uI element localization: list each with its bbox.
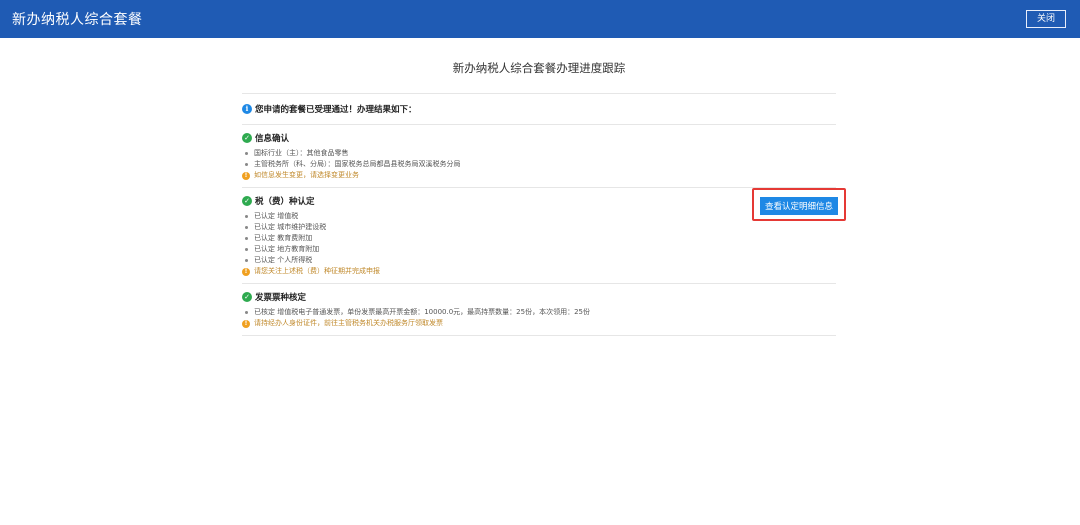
item-list: 已核定 增值税电子普通发票，单份发票最高开票金额：10000.0元，最高持票数量… bbox=[242, 307, 836, 318]
highlight-box: 查看认定明细信息 bbox=[751, 188, 846, 221]
page-title: 新办纳税人综合套餐办理进度跟踪 bbox=[452, 61, 626, 75]
list-item: 已认定 地方教育附加 bbox=[242, 244, 836, 255]
warning-note: ! 如信息发生变更，请选择变更业务 bbox=[242, 170, 836, 181]
divider bbox=[242, 335, 836, 336]
item-list: 已认定 增值税 已认定 城市维护建设税 已认定 教育费附加 已认定 地方教育附加… bbox=[242, 211, 836, 266]
section-tax-type: ✓ 税（费）种认定 已认定 增值税 已认定 城市维护建设税 已认定 教育费附加 … bbox=[242, 188, 846, 283]
section-header: ✓ 税（费）种认定 bbox=[242, 194, 836, 208]
list-item: 已认定 城市维护建设税 bbox=[242, 222, 836, 233]
list-item: 已核定 增值税电子普通发票，单份发票最高开票金额：10000.0元，最高持票数量… bbox=[242, 307, 836, 318]
section-header: ✓ 发票票种核定 bbox=[242, 290, 836, 304]
view-detail-button[interactable]: 查看认定明细信息 bbox=[759, 197, 838, 215]
check-circle-icon: ✓ bbox=[242, 292, 252, 302]
warning-note: ! 请您关注上述税（费）种征期并完成申报 bbox=[242, 266, 836, 277]
notice-text: 您申请的套餐已受理通过！办理结果如下： bbox=[255, 105, 417, 115]
section-title: 发票票种核定 bbox=[255, 293, 307, 303]
warning-text: 请持经办人身份证件，前往主管税务机关办税服务厅领取发票 bbox=[254, 319, 443, 327]
warning-icon: ! bbox=[242, 319, 250, 328]
list-item: 已认定 增值税 bbox=[242, 211, 836, 222]
warning-note: ! 请持经办人身份证件，前往主管税务机关办税服务厅领取发票 bbox=[242, 318, 836, 329]
list-item: 国标行业（主）：其他食品零售 bbox=[242, 148, 836, 159]
info-icon: i bbox=[242, 104, 252, 114]
item-list: 国标行业（主）：其他食品零售 主管税务所（科、分局）：国家税务总局都昌县税务局双… bbox=[242, 148, 836, 170]
section-title: 信息确认 bbox=[255, 134, 290, 144]
top-bar: 新办纳税人综合套餐 关闭 bbox=[0, 0, 1080, 38]
check-circle-icon: ✓ bbox=[242, 196, 252, 206]
section-info-confirm: ✓ 信息确认 国标行业（主）：其他食品零售 主管税务所（科、分局）：国家税务总局… bbox=[242, 125, 836, 187]
section-header: ✓ 信息确认 bbox=[242, 131, 836, 145]
warning-icon: ! bbox=[242, 171, 250, 180]
app-title: 新办纳税人综合套餐 bbox=[12, 12, 143, 28]
close-button[interactable]: 关闭 bbox=[1025, 10, 1066, 28]
list-item: 已认定 教育费附加 bbox=[242, 233, 836, 244]
warning-text: 请您关注上述税（费）种征期并完成申报 bbox=[254, 267, 380, 275]
warning-text: 如信息发生变更，请选择变更业务 bbox=[254, 171, 359, 179]
progress-panel: 新办纳税人综合套餐办理进度跟踪 i 您申请的套餐已受理通过！办理结果如下： ✓ … bbox=[242, 38, 846, 336]
list-item: 已认定 个人所得税 bbox=[242, 255, 836, 266]
section-title: 税（费）种认定 bbox=[255, 197, 315, 207]
check-circle-icon: ✓ bbox=[242, 133, 252, 143]
section-invoice: ✓ 发票票种核定 已核定 增值税电子普通发票，单份发票最高开票金额：10000.… bbox=[242, 284, 836, 335]
warning-icon: ! bbox=[242, 267, 250, 276]
list-item: 主管税务所（科、分局）：国家税务总局都昌县税务局双溪税务分局 bbox=[242, 159, 836, 170]
result-notice: i 您申请的套餐已受理通过！办理结果如下： bbox=[242, 94, 836, 124]
